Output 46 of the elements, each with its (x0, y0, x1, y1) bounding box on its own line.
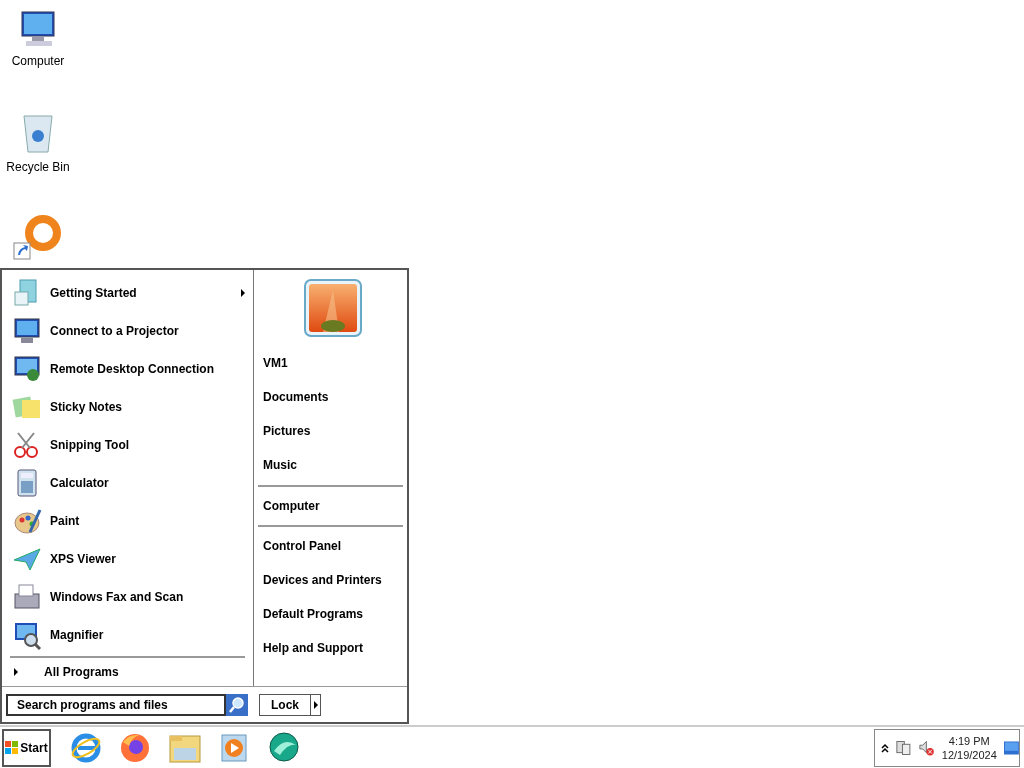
clock-date: 12/19/2024 (941, 747, 997, 762)
menu-link[interactable]: Default Programs (258, 597, 403, 631)
magnifier-icon (12, 620, 42, 650)
menu-link[interactable]: Computer (258, 489, 403, 523)
program-item[interactable]: Paint (2, 502, 253, 540)
monitor-icon (12, 354, 42, 384)
menu-link[interactable]: Documents (258, 380, 403, 414)
program-item[interactable]: Magnifier (2, 616, 253, 654)
menu-link[interactable]: Control Panel (258, 529, 403, 563)
menu-link[interactable]: Pictures (258, 414, 403, 448)
program-item[interactable]: Calculator (2, 464, 253, 502)
network-icon[interactable] (895, 738, 912, 757)
monitor-icon (12, 316, 42, 346)
arrow-icon (14, 668, 18, 676)
arrow-icon (313, 700, 318, 709)
desktop-icon-label[interactable]: Recycle Bin (6, 158, 70, 176)
clock[interactable]: 4:19 PM 12/19/2024 (940, 733, 999, 762)
menu-link[interactable]: Music (258, 448, 403, 482)
menu-link[interactable]: VM1 (258, 346, 403, 380)
browser-icon[interactable] (70, 731, 102, 764)
menu-link[interactable]: Devices and Printers (258, 563, 403, 597)
search-icon[interactable] (226, 693, 248, 716)
program-item[interactable]: Connect to a Projector (2, 312, 253, 350)
media-player-icon[interactable] (219, 731, 249, 764)
search-field[interactable]: Search programs and files (6, 693, 226, 716)
fox-browser-icon[interactable] (119, 731, 151, 764)
program-item[interactable]: Windows Fax and Scan (2, 578, 253, 616)
globe-icon[interactable] (266, 730, 302, 765)
windows-logo-icon (5, 740, 20, 755)
clock-time: 4:19 PM (948, 733, 990, 748)
show-desktop-icon[interactable] (1004, 740, 1019, 755)
program-item[interactable]: Snipping Tool (2, 426, 253, 464)
desktop-icon-label[interactable]: Computer (11, 52, 65, 70)
menu-link[interactable]: Help and Support (258, 631, 403, 665)
power-options-button[interactable] (310, 694, 320, 715)
program-item[interactable]: XPS Viewer (2, 540, 253, 578)
program-item[interactable]: Remote Desktop Connection (2, 350, 253, 388)
program-item[interactable]: Sticky Notes (2, 388, 253, 426)
computer-icon (18, 8, 58, 48)
submenu-arrow-icon (241, 289, 245, 297)
program-item[interactable]: Getting Started (2, 274, 253, 312)
fax-icon (12, 582, 42, 612)
start-button[interactable]: Start (2, 728, 51, 767)
all-programs-item[interactable]: All Programs (2, 658, 253, 686)
muted-speaker-icon[interactable] (917, 738, 935, 757)
show-hidden-icons-icon[interactable] (881, 742, 889, 753)
